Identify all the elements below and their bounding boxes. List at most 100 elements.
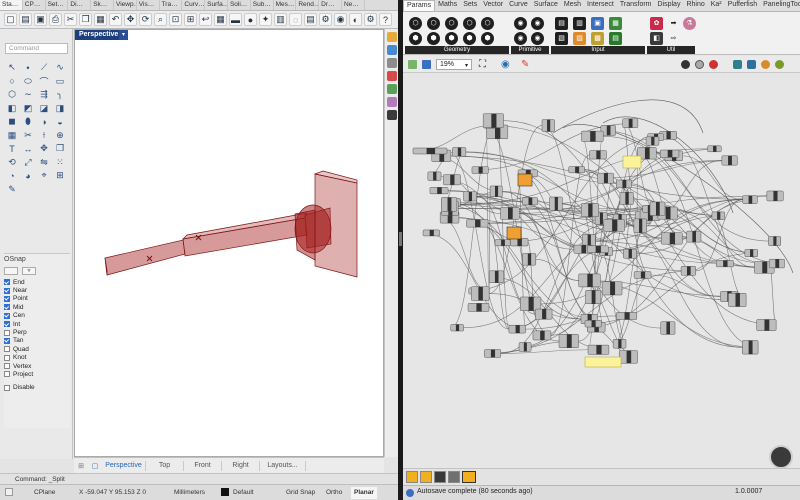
gh-component[interactable]: [715, 260, 734, 268]
gh-component[interactable]: [532, 330, 552, 341]
toolbar-tab[interactable]: Rend…: [296, 0, 320, 10]
gh-component[interactable]: [494, 239, 511, 247]
gh-component[interactable]: [660, 321, 676, 335]
open-icon[interactable]: ▤: [19, 13, 32, 26]
array-icon[interactable]: ⁙: [52, 156, 68, 170]
save-icon[interactable]: [422, 60, 431, 69]
tab-right[interactable]: Right: [222, 460, 260, 471]
gh-definition-graph[interactable]: [403, 73, 800, 468]
gh-panel[interactable]: [622, 155, 642, 169]
gh-component[interactable]: [429, 187, 449, 195]
gh-component[interactable]: [489, 185, 503, 198]
toolbar-tab[interactable]: Curv…: [182, 0, 206, 10]
geometry-param-icon[interactable]: ⬢: [481, 32, 494, 45]
checkbox[interactable]: [4, 295, 10, 302]
drafting-icon[interactable]: ⌖: [36, 169, 52, 183]
osnap-disable[interactable]: Disable: [4, 384, 70, 392]
gh-tab[interactable]: Maths: [435, 0, 460, 11]
checkbox[interactable]: [4, 371, 10, 378]
open-icon[interactable]: [408, 60, 417, 69]
osnap-item[interactable]: Near: [4, 286, 70, 294]
scale-icon[interactable]: ⤢: [20, 156, 36, 170]
gh-component[interactable]: [580, 203, 599, 218]
rotate-icon[interactable]: ⟳: [139, 13, 152, 26]
gh-component[interactable]: [680, 266, 697, 276]
toolbar-tab[interactable]: Di…: [68, 0, 92, 10]
mesh-param-icon[interactable]: ⬢: [445, 32, 458, 45]
chevron-down-icon[interactable]: ▾: [465, 62, 468, 69]
sphere-icon[interactable]: ●: [244, 13, 257, 26]
data-dam-icon[interactable]: ◧: [650, 32, 663, 45]
pan-icon[interactable]: ✥: [124, 13, 137, 26]
gh-component[interactable]: [568, 166, 585, 174]
copy-tool-icon[interactable]: ❐: [52, 142, 68, 156]
toolbar-tab[interactable]: Set…: [46, 0, 69, 10]
gh-tab[interactable]: Vector: [480, 0, 506, 11]
gh-component[interactable]: [535, 308, 553, 320]
osnap-mode-icon[interactable]: ▿: [22, 267, 36, 275]
flask-icon[interactable]: ⚗: [683, 17, 696, 30]
trim-icon[interactable]: ✂: [20, 129, 36, 143]
gh-component[interactable]: [422, 229, 440, 237]
gh-component[interactable]: [466, 219, 489, 228]
osnap-filter-icon[interactable]: [4, 267, 18, 275]
gh-component[interactable]: [622, 118, 639, 128]
bulb-icon[interactable]: ◌: [289, 13, 302, 26]
gh-tab[interactable]: Mesh: [561, 0, 584, 11]
lock-icon[interactable]: ▥: [274, 13, 287, 26]
gh-component[interactable]: [603, 219, 625, 232]
wireframe-icon[interactable]: [695, 60, 704, 69]
circle-icon[interactable]: ○: [4, 75, 20, 89]
toolbar-tab[interactable]: CP…: [23, 0, 46, 10]
zoom-extents-icon[interactable]: ⊞: [184, 13, 197, 26]
gh-component[interactable]: [500, 207, 520, 220]
preview-icon[interactable]: [681, 60, 690, 69]
gh-tab[interactable]: Curve: [506, 0, 531, 11]
gh-tab[interactable]: Display: [655, 0, 684, 11]
cluster-icon[interactable]: [406, 471, 418, 483]
solve-icon[interactable]: [462, 471, 476, 483]
single-view-icon[interactable]: ▢: [88, 462, 102, 470]
osnap-item[interactable]: Vertex: [4, 362, 70, 370]
polygon-icon[interactable]: ⬡: [4, 88, 20, 102]
paste-icon[interactable]: ▦: [94, 13, 107, 26]
gh-component[interactable]: [450, 324, 464, 332]
select-icon[interactable]: ↖: [4, 61, 20, 75]
mirror-icon[interactable]: ⇋: [36, 156, 52, 170]
eye-icon[interactable]: ◉: [501, 59, 510, 70]
gh-tab[interactable]: Sets: [460, 0, 480, 11]
selected-only-icon[interactable]: [733, 60, 742, 69]
tab-top[interactable]: Top: [146, 460, 184, 471]
gh-component[interactable]: [443, 174, 461, 186]
gh-tab[interactable]: Ka²: [708, 0, 725, 11]
gh-canvas[interactable]: [403, 73, 800, 469]
dimension-icon[interactable]: ↔: [20, 142, 36, 156]
revolve-icon[interactable]: ◨: [52, 102, 68, 116]
gh-component[interactable]: [520, 296, 542, 311]
shaded-icon[interactable]: [709, 60, 718, 69]
osnap-item[interactable]: Project: [4, 370, 70, 378]
checkbox[interactable]: [4, 329, 10, 336]
brep-param-icon[interactable]: ⬢: [427, 32, 440, 45]
boolean-icon[interactable]: ◑: [36, 115, 52, 129]
gh-component[interactable]: [541, 119, 555, 132]
gh-component[interactable]: [768, 258, 785, 269]
mesh-icon[interactable]: ▦: [4, 129, 20, 143]
copy-icon[interactable]: ❐: [79, 13, 92, 26]
gh-component[interactable]: [586, 245, 609, 253]
tab-perspective[interactable]: Perspective: [102, 460, 146, 471]
toolbar-tab[interactable]: Mes…: [274, 0, 297, 10]
osnap-item[interactable]: Point: [4, 295, 70, 303]
gh-component[interactable]: [471, 166, 489, 174]
gh-panel[interactable]: [584, 356, 622, 368]
perspective-viewport[interactable]: Perspective ▾: [74, 29, 384, 457]
group-icon[interactable]: [420, 471, 432, 483]
grid-view-icon[interactable]: ⊞: [74, 462, 88, 470]
gh-component[interactable]: [618, 350, 638, 364]
box-icon[interactable]: ◼: [4, 115, 20, 129]
toolbar-tab[interactable]: Sta…: [0, 0, 23, 10]
material-icon[interactable]: ◐: [349, 13, 362, 26]
undo-icon[interactable]: ↶: [109, 13, 122, 26]
toolbar-tab[interactable]: Sk…: [91, 0, 114, 10]
options-icon[interactable]: ⚙: [364, 13, 377, 26]
